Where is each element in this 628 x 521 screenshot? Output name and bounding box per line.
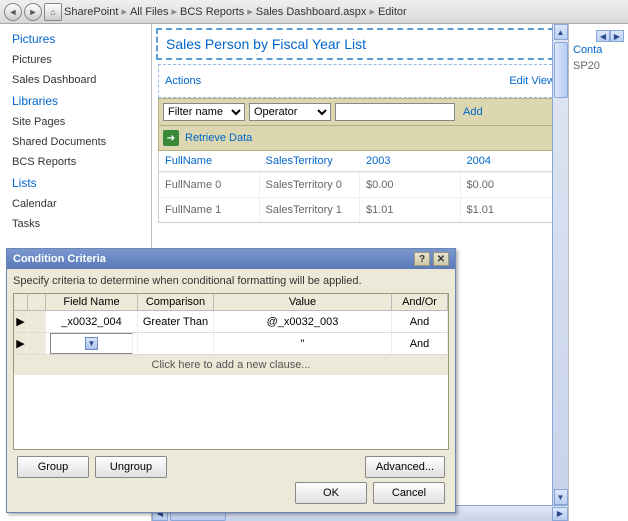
scroll-left-icon[interactable]: ◀ bbox=[596, 30, 610, 42]
value-cell[interactable]: @_x0032_003 bbox=[214, 311, 392, 332]
filter-name-select[interactable]: Filter name bbox=[163, 103, 245, 121]
row-pointer-icon: ▶ bbox=[14, 311, 28, 332]
crumb-3[interactable]: Sales Dashboard.aspx bbox=[256, 6, 367, 18]
nav-item[interactable]: Tasks bbox=[0, 214, 151, 234]
webpart-title[interactable]: Sales Person by Fiscal Year List bbox=[156, 28, 564, 60]
col-andor: And/Or bbox=[392, 294, 448, 310]
table-row: FullName 1 SalesTerritory 1 $1.01 $1.01 bbox=[159, 197, 561, 222]
ok-button[interactable]: OK bbox=[295, 482, 367, 504]
contacts-link[interactable]: Conta bbox=[573, 44, 624, 56]
dialog-titlebar[interactable]: Condition Criteria ? ✕ bbox=[7, 249, 455, 269]
nav-item[interactable]: BCS Reports bbox=[0, 152, 151, 172]
chevron-down-icon[interactable]: ▼ bbox=[85, 337, 98, 350]
edit-view-link[interactable]: Edit View bbox=[509, 75, 555, 87]
back-button[interactable]: ◄ bbox=[4, 3, 22, 21]
ungroup-button[interactable]: Ungroup bbox=[95, 456, 167, 478]
col-header[interactable]: 2003 bbox=[360, 151, 461, 172]
scroll-right-icon[interactable]: ▶ bbox=[610, 30, 624, 42]
col-comparison: Comparison bbox=[138, 294, 214, 310]
table-row: FullName 0 SalesTerritory 0 $0.00 $0.00 bbox=[159, 172, 561, 197]
forward-button[interactable]: ► bbox=[24, 3, 42, 21]
nav-item[interactable]: Shared Documents bbox=[0, 132, 151, 152]
add-filter-link[interactable]: Add bbox=[463, 106, 483, 118]
criteria-grid: Field Name Comparison Value And/Or ▶ _x0… bbox=[13, 293, 449, 450]
dialog-hint: Specify criteria to determine when condi… bbox=[13, 275, 449, 287]
nav-header-pictures[interactable]: Pictures bbox=[0, 28, 151, 50]
nav-header-lists[interactable]: Lists bbox=[0, 172, 151, 194]
col-header[interactable]: 2004 bbox=[461, 151, 562, 172]
advanced-button[interactable]: Advanced... bbox=[365, 456, 445, 478]
scroll-thumb[interactable] bbox=[554, 42, 568, 98]
criteria-row[interactable]: ▶ _x0032_004 Greater Than @_x0032_003 An… bbox=[14, 311, 448, 333]
nav-item[interactable]: Calendar bbox=[0, 194, 151, 214]
scroll-down-icon[interactable]: ▼ bbox=[554, 489, 568, 505]
col-value: Value bbox=[214, 294, 392, 310]
col-header[interactable]: SalesTerritory bbox=[260, 151, 361, 172]
comparison-cell[interactable] bbox=[138, 333, 214, 354]
breadcrumb: SharePoint▸ All Files▸ BCS Reports▸ Sale… bbox=[64, 5, 407, 18]
close-button[interactable]: ✕ bbox=[433, 252, 449, 266]
field-dropdown[interactable]: ▼ bbox=[50, 333, 133, 354]
crumb-2[interactable]: BCS Reports bbox=[180, 6, 244, 18]
scroll-up-icon[interactable]: ▲ bbox=[554, 24, 568, 40]
condition-criteria-dialog: Condition Criteria ? ✕ Specify criteria … bbox=[6, 248, 456, 513]
nav-item[interactable]: Pictures bbox=[0, 50, 151, 70]
dialog-title: Condition Criteria bbox=[13, 253, 106, 265]
criteria-row[interactable]: ▶ ▼ '' And bbox=[14, 333, 448, 355]
crumb-4[interactable]: Editor bbox=[378, 6, 407, 18]
nav-item[interactable]: Site Pages bbox=[0, 112, 151, 132]
crumb-0[interactable]: SharePoint bbox=[64, 6, 118, 18]
filter-value-input[interactable] bbox=[335, 103, 455, 121]
col-field: Field Name bbox=[46, 294, 138, 310]
field-cell[interactable]: ▼ bbox=[46, 333, 138, 354]
retrieve-icon: ➔ bbox=[163, 130, 179, 146]
col-header[interactable]: FullName bbox=[159, 151, 260, 172]
row-pointer-icon: ▶ bbox=[14, 333, 28, 354]
vertical-scrollbar[interactable]: ▲ ▼ bbox=[552, 24, 568, 505]
navigation-toolbar: ◄ ► ⌂ SharePoint▸ All Files▸ BCS Reports… bbox=[0, 0, 628, 24]
andor-cell[interactable]: And bbox=[392, 333, 448, 354]
crumb-1[interactable]: All Files bbox=[130, 6, 169, 18]
add-clause-link[interactable]: Click here to add a new clause... bbox=[14, 355, 448, 375]
right-panel: ◀ ▶ Conta SP20 bbox=[568, 24, 628, 521]
help-button[interactable]: ? bbox=[414, 252, 430, 266]
retrieve-data-link[interactable]: Retrieve Data bbox=[185, 132, 252, 144]
nav-header-libraries[interactable]: Libraries bbox=[0, 90, 151, 112]
comparison-cell[interactable]: Greater Than bbox=[138, 311, 214, 332]
operator-select[interactable]: Operator bbox=[249, 103, 331, 121]
panel-scroll[interactable]: ◀ ▶ bbox=[573, 30, 624, 42]
retrieve-bar: ➔ Retrieve Data bbox=[158, 126, 562, 151]
actions-link[interactable]: Actions bbox=[165, 75, 201, 87]
right-text: SP20 bbox=[573, 60, 624, 72]
andor-cell[interactable]: And bbox=[392, 311, 448, 332]
filter-bar: Filter name Operator Add bbox=[158, 98, 562, 126]
value-cell[interactable]: '' bbox=[214, 333, 392, 354]
group-button[interactable]: Group bbox=[17, 456, 89, 478]
cancel-button[interactable]: Cancel bbox=[373, 482, 445, 504]
nav-item[interactable]: Sales Dashboard bbox=[0, 70, 151, 90]
home-button[interactable]: ⌂ bbox=[44, 3, 62, 21]
actions-bar: Actions Edit View bbox=[158, 64, 562, 98]
scroll-right-icon[interactable]: ▶ bbox=[552, 507, 568, 521]
field-cell[interactable]: _x0032_004 bbox=[46, 311, 138, 332]
data-grid: FullName SalesTerritory 2003 2004 FullNa… bbox=[158, 151, 562, 223]
